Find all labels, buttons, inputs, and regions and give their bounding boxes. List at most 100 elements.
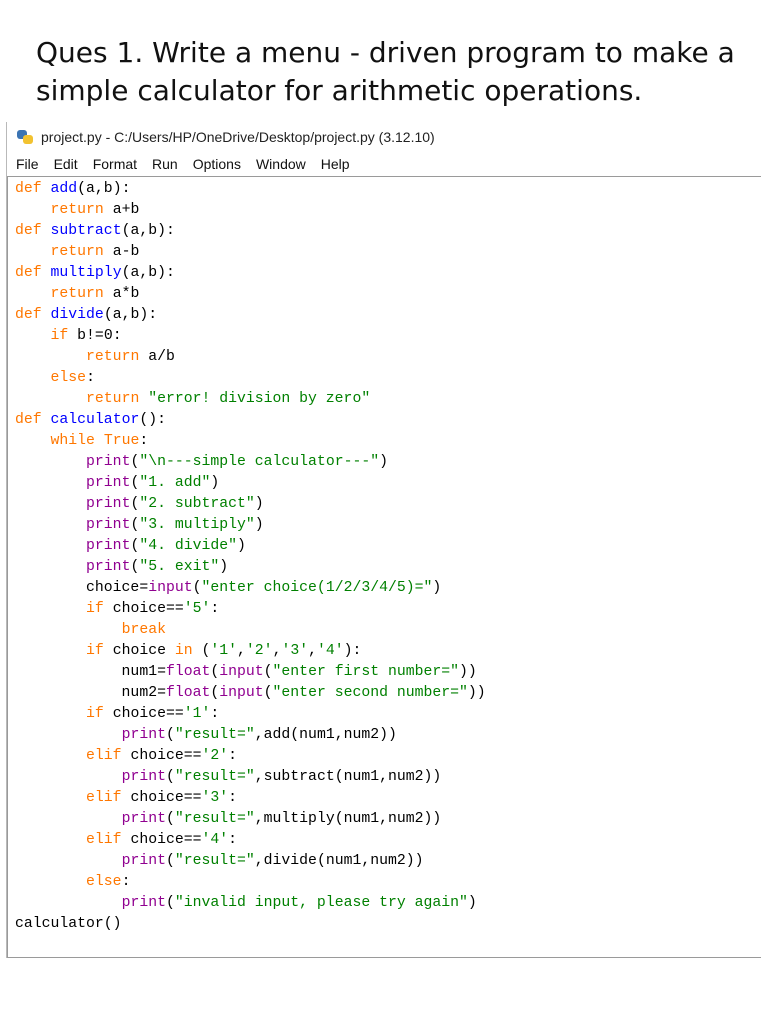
menu-options[interactable]: Options [188, 156, 251, 172]
code-line: print("result=",add(num1,num2)) [15, 725, 761, 746]
code-token: print [86, 475, 131, 491]
menu-help[interactable]: Help [316, 156, 360, 172]
code-line: else: [15, 368, 761, 389]
code-token: print [121, 895, 166, 911]
code-token: multiply [50, 265, 122, 281]
code-token: choice== [103, 601, 184, 617]
code-token: ) [210, 475, 220, 491]
code-token: ,divide(num1,num2)) [254, 853, 424, 869]
code-token: '3' [281, 643, 309, 659]
code-line: return "error! division by zero" [15, 389, 761, 410]
code-token: ( [263, 664, 273, 680]
code-token: if [86, 601, 104, 617]
code-token: '5' [183, 601, 211, 617]
code-token: ( [130, 517, 140, 533]
code-line: def divide(a,b): [15, 305, 761, 326]
code-editor[interactable]: def add(a,b): return a+b def subtract(a,b… [7, 176, 761, 958]
code-line: elif choice=='3': [15, 788, 761, 809]
code-token: ) [219, 559, 229, 575]
menu-bar: File Edit Format Run Options Window Help [7, 152, 764, 176]
code-line: else: [15, 872, 761, 893]
code-text[interactable]: def add(a,b): return a+b def subtract(a,b… [8, 177, 761, 935]
code-token: float [165, 685, 211, 701]
code-line: print("result=",subtract(num1,num2)) [15, 767, 761, 788]
menu-run[interactable]: Run [147, 156, 188, 172]
code-line: def add(a,b): [15, 179, 761, 200]
code-line: if choice in ('1','2','3','4'): [15, 641, 761, 662]
code-token: def [15, 265, 51, 281]
code-token: ): [343, 643, 362, 659]
code-line: print("1. add") [15, 473, 761, 494]
code-line: return a+b [15, 200, 761, 221]
code-token: print [86, 454, 131, 470]
code-token: : [228, 790, 238, 806]
code-token: "result=" [174, 727, 255, 743]
code-token: a-b [103, 244, 140, 260]
code-token: ) [237, 538, 246, 554]
code-token: choice= [15, 580, 149, 596]
code-token: print [86, 559, 131, 575]
code-token: "3. multiply" [139, 517, 255, 533]
code-token: , [237, 643, 246, 659]
code-token: ( [165, 727, 175, 743]
code-token: return [86, 391, 140, 407]
code-token: ) [467, 895, 477, 911]
menu-window[interactable]: Window [251, 156, 316, 172]
code-token: ( [210, 685, 220, 701]
code-token: num1= [15, 664, 166, 680]
code-token: if [86, 706, 104, 722]
code-line: break [15, 620, 761, 641]
code-token: : [210, 706, 220, 722]
menu-format[interactable]: Format [88, 156, 147, 172]
code-token: elif [86, 790, 122, 806]
code-token: "5. exit" [139, 559, 220, 575]
code-token: (a,b): [121, 223, 175, 239]
code-token: def [15, 307, 51, 323]
code-line: def calculator(): [15, 410, 761, 431]
code-token: ( [165, 895, 175, 911]
code-line: print("2. subtract") [15, 494, 761, 515]
code-token: return [86, 349, 140, 365]
code-token: input [148, 580, 193, 596]
code-token: : [139, 433, 149, 449]
code-token: a/b [139, 349, 175, 365]
code-token: else [86, 874, 122, 890]
code-token: ) [254, 517, 264, 533]
menu-file[interactable]: File [11, 156, 49, 172]
code-token: "1. add" [139, 475, 211, 491]
window-titlebar[interactable]: project.py - C:/Users/HP/OneDrive/Deskto… [7, 122, 764, 152]
code-token: ) [379, 454, 388, 470]
code-token: in [174, 643, 193, 659]
code-token: ( [263, 685, 273, 701]
code-token: print [86, 517, 131, 533]
code-token: '2' [245, 643, 273, 659]
code-token: (): [139, 412, 166, 428]
code-token: )) [467, 685, 486, 701]
code-token: break [121, 622, 166, 638]
code-token: '4' [201, 832, 229, 848]
code-token: calculator() [15, 916, 122, 932]
menu-edit[interactable]: Edit [49, 156, 88, 172]
code-token: print [121, 727, 166, 743]
code-token: "\n---simple calculator---" [139, 454, 380, 470]
code-token: choice== [121, 748, 202, 764]
code-token: print [121, 853, 166, 869]
code-token: ,add(num1,num2)) [254, 727, 397, 743]
code-token: return [50, 202, 104, 218]
code-line: num2=float(input("enter second number=")… [15, 683, 761, 704]
code-token: '2' [201, 748, 229, 764]
code-line: elif choice=='4': [15, 830, 761, 851]
